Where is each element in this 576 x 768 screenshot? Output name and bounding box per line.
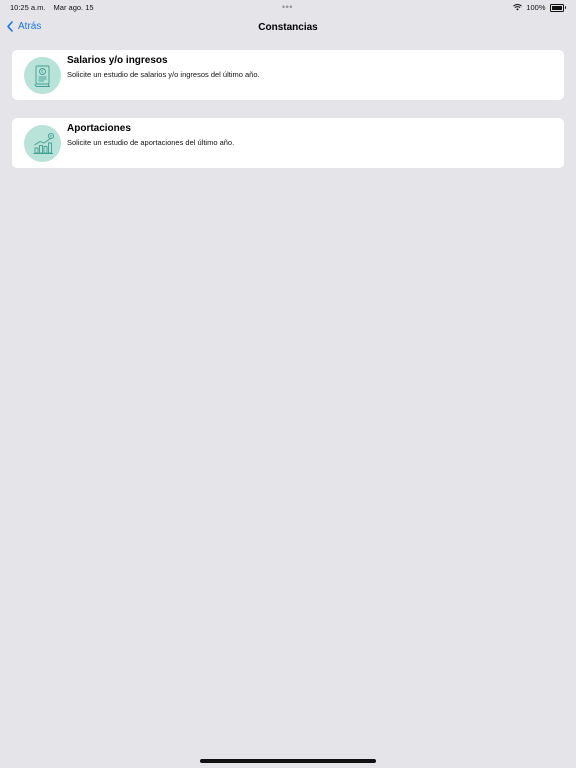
card-subtitle: Solicite un estudio de salarios y/o ingr… — [67, 70, 260, 79]
navigation-bar: Atrás Constancias — [0, 16, 576, 40]
status-date: Mar ago. 15 — [53, 3, 94, 12]
battery-nub — [564, 6, 566, 9]
status-left: 10:25 a.m. Mar ago. 15 — [10, 3, 100, 12]
card-title: Aportaciones — [67, 123, 131, 134]
card-subtitle: Solicite un estudio de aportaciones del … — [67, 138, 235, 147]
multitasking-dots[interactable]: ••• — [282, 2, 293, 12]
status-bar: 10:25 a.m. Mar ago. 15 ••• 100% — [0, 0, 576, 16]
card-title: Salarios y/o ingresos — [67, 55, 168, 66]
contributions-certificate-card[interactable]: € Aportaciones Solicite un estudio de ap… — [12, 118, 564, 168]
battery-icon — [549, 3, 564, 12]
page-title: Constancias — [258, 22, 318, 33]
battery-percent: 100% — [526, 3, 546, 12]
status-right: 100% — [513, 3, 566, 12]
salary-document-icon: € — [24, 57, 61, 94]
salary-certificate-card[interactable]: € Salarios y/o ingresos Solicite un estu… — [12, 50, 564, 100]
home-indicator[interactable] — [200, 759, 376, 763]
wifi-icon — [513, 4, 523, 11]
status-time: 10:25 a.m. — [10, 3, 46, 12]
contributions-chart-icon: € — [24, 125, 61, 162]
svg-text:€: € — [41, 69, 44, 74]
